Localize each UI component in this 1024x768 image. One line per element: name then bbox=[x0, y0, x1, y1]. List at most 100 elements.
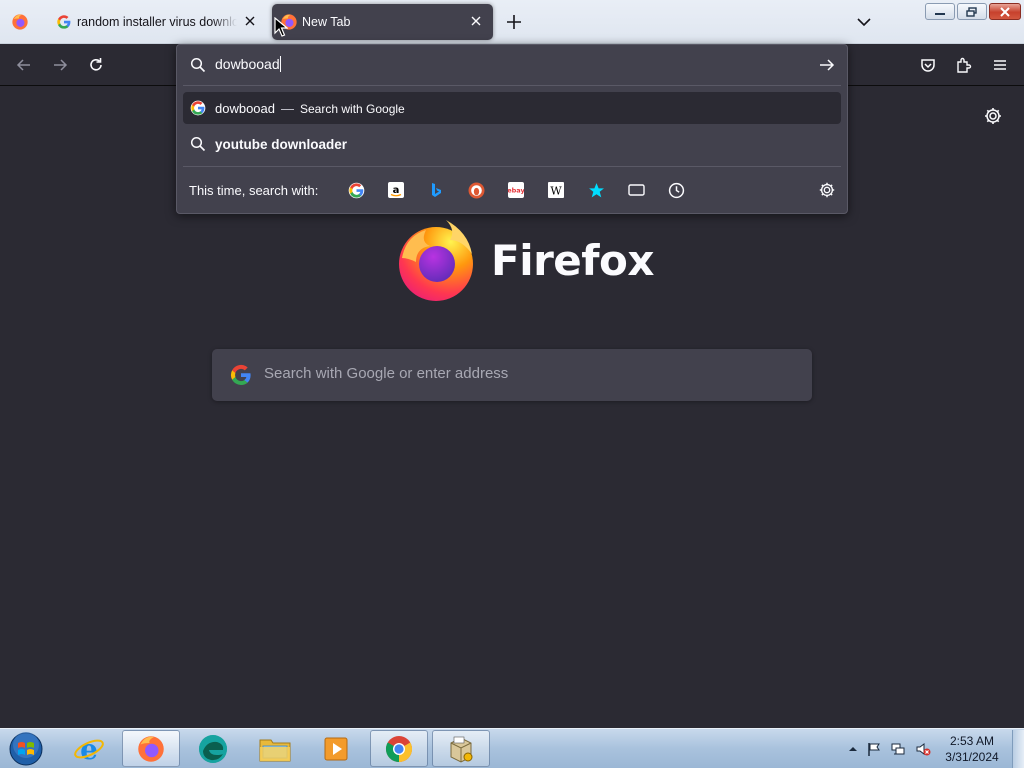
duckduckgo-icon bbox=[468, 182, 484, 198]
tab-strip: random installer virus download New Tab bbox=[0, 0, 1024, 44]
volume-muted-icon[interactable] bbox=[915, 741, 931, 757]
clock-icon bbox=[668, 182, 684, 198]
gear-icon bbox=[819, 182, 835, 198]
show-hidden-icons-icon[interactable] bbox=[845, 741, 861, 757]
newtab-search-input[interactable] bbox=[264, 365, 784, 382]
restore-window-button[interactable] bbox=[957, 3, 987, 20]
list-all-tabs-chevron-icon[interactable] bbox=[854, 12, 874, 32]
google-g-icon bbox=[190, 100, 206, 116]
forward-arrow-icon bbox=[54, 59, 68, 71]
wikipedia-icon: W bbox=[548, 182, 564, 198]
newtab-search-box[interactable] bbox=[212, 349, 812, 401]
duckduckgo-engine-button[interactable] bbox=[467, 181, 485, 199]
hamburger-menu-icon bbox=[994, 60, 1006, 70]
tab-title: random installer virus download bbox=[77, 15, 237, 29]
taskbar-installer[interactable] bbox=[432, 730, 490, 767]
google-icon bbox=[348, 182, 364, 198]
urlbar-input-text: dowbooad bbox=[215, 56, 280, 72]
personalize-new-tab-button[interactable] bbox=[983, 106, 1003, 131]
reload-icon bbox=[90, 58, 102, 71]
amazon-icon: a bbox=[388, 182, 404, 198]
result-action: Search with Google bbox=[300, 101, 405, 116]
taskbar-edge[interactable] bbox=[184, 730, 242, 767]
network-icon[interactable] bbox=[890, 741, 906, 757]
urlbar-input-row[interactable]: dowbooad bbox=[177, 45, 847, 85]
action-center-flag-icon[interactable] bbox=[866, 741, 882, 757]
firefox-icon bbox=[138, 735, 164, 762]
close-window-button[interactable] bbox=[989, 3, 1021, 20]
clock-time: 2:53 AM bbox=[949, 734, 995, 748]
taskbar-clock[interactable]: 2:53 AM 3/31/2024 bbox=[932, 733, 1012, 765]
pocket-button[interactable] bbox=[917, 54, 939, 76]
urlbar-result-suggestion[interactable]: youtube downloader bbox=[183, 128, 841, 160]
minimize-window-button[interactable] bbox=[925, 3, 955, 20]
pocket-icon bbox=[921, 59, 935, 72]
firefox-app-icon[interactable] bbox=[11, 13, 29, 31]
puzzle-piece-icon bbox=[957, 57, 972, 73]
bing-engine-button[interactable] bbox=[427, 181, 445, 199]
svg-text:a: a bbox=[393, 185, 400, 196]
back-button[interactable] bbox=[13, 54, 35, 76]
search-icon bbox=[190, 57, 206, 73]
internet-explorer-icon: e bbox=[74, 733, 104, 765]
media-player-icon bbox=[324, 737, 348, 760]
text-caret bbox=[279, 56, 281, 72]
clock-date: 3/31/2024 bbox=[945, 750, 999, 764]
gear-icon bbox=[985, 108, 1001, 124]
urlbar-popup: dowbooad dowbooad — Search with Google you… bbox=[176, 44, 848, 214]
chrome-icon bbox=[385, 735, 413, 762]
firefox-wordmark: Firefox bbox=[491, 236, 655, 285]
windows-orb-icon bbox=[9, 732, 43, 766]
taskbar-file-explorer[interactable] bbox=[246, 730, 304, 767]
wikipedia-engine-button[interactable]: W bbox=[547, 181, 565, 199]
google-g-icon bbox=[230, 364, 251, 386]
start-button[interactable] bbox=[6, 731, 46, 767]
tabs-search-button[interactable] bbox=[627, 181, 645, 199]
amazon-engine-button[interactable]: a bbox=[387, 181, 405, 199]
go-arrow-icon[interactable] bbox=[818, 56, 836, 74]
result-separator: — bbox=[281, 100, 294, 116]
taskbar-firefox[interactable] bbox=[122, 730, 180, 767]
new-tab-plus-icon[interactable] bbox=[504, 12, 524, 32]
svg-text:e: e bbox=[80, 733, 98, 765]
tab-icon bbox=[627, 184, 645, 196]
tab-random-installer[interactable]: random installer virus download bbox=[46, 4, 266, 40]
reload-button[interactable] bbox=[85, 54, 107, 76]
tab-title: New Tab bbox=[302, 15, 351, 29]
result-text: dowbooad — Search with Google bbox=[215, 101, 405, 116]
history-search-button[interactable] bbox=[667, 181, 685, 199]
urlbar-input[interactable]: dowbooad bbox=[215, 56, 795, 72]
bookmarks-search-button[interactable] bbox=[587, 181, 605, 199]
windows-taskbar: e 2:53 AM 3/31/2024 bbox=[0, 728, 1024, 768]
urlbar-result-search-google[interactable]: dowbooad — Search with Google bbox=[183, 92, 841, 124]
close-tab-icon[interactable] bbox=[468, 13, 484, 29]
star-icon bbox=[588, 182, 604, 197]
one-off-label: This time, search with: bbox=[189, 183, 319, 198]
search-settings-button[interactable] bbox=[818, 181, 836, 204]
taskbar-media-player[interactable] bbox=[308, 730, 366, 767]
search-one-off-row: This time, search with: a ebay W bbox=[177, 167, 847, 213]
result-query: youtube downloader bbox=[215, 136, 348, 152]
tab-new-tab[interactable]: New Tab bbox=[272, 4, 493, 40]
close-tab-icon[interactable] bbox=[242, 13, 258, 29]
ebay-icon: ebay bbox=[508, 182, 524, 198]
installer-package-icon bbox=[450, 736, 473, 763]
bing-icon bbox=[432, 183, 441, 197]
back-arrow-icon bbox=[16, 59, 30, 71]
google-engine-button[interactable] bbox=[347, 181, 365, 199]
svg-text:ebay: ebay bbox=[508, 187, 524, 195]
taskbar-internet-explorer[interactable]: e bbox=[60, 730, 118, 767]
edge-icon bbox=[199, 734, 227, 763]
show-desktop-button[interactable] bbox=[1012, 730, 1024, 768]
google-g-icon bbox=[57, 15, 71, 29]
app-menu-button[interactable] bbox=[989, 54, 1011, 76]
forward-button[interactable] bbox=[49, 54, 71, 76]
svg-text:W: W bbox=[550, 185, 562, 198]
taskbar-chrome[interactable] bbox=[370, 730, 428, 767]
result-query: dowbooad bbox=[215, 100, 275, 116]
divider bbox=[183, 85, 841, 86]
folder-icon bbox=[259, 739, 291, 761]
extensions-button[interactable] bbox=[953, 54, 975, 76]
mouse-cursor-icon bbox=[274, 17, 288, 37]
ebay-engine-button[interactable]: ebay bbox=[507, 181, 525, 199]
